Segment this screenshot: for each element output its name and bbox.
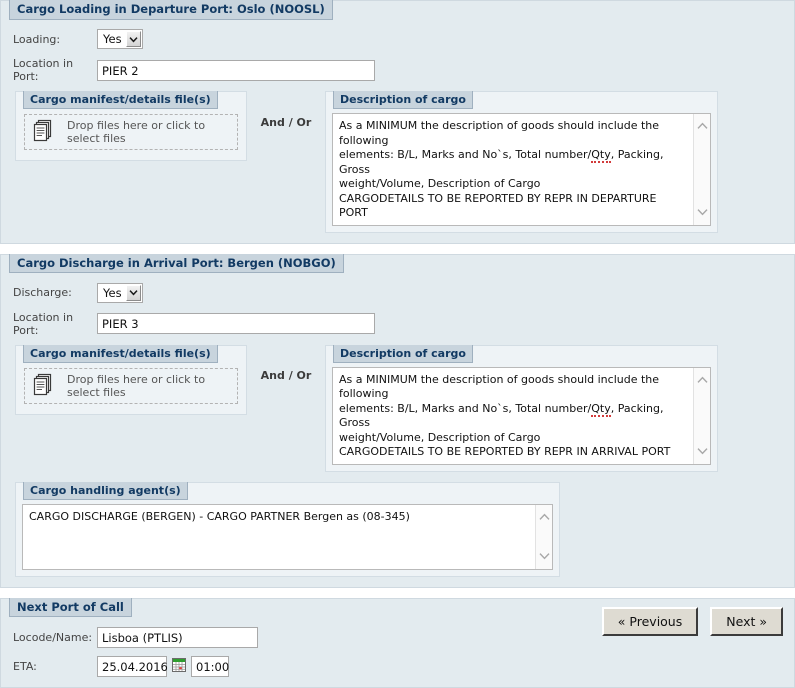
scroll-down-icon[interactable] — [538, 550, 550, 563]
description-of-cargo-text: As a MINIMUM the description of goods sh… — [333, 114, 693, 225]
section-gap — [0, 243, 795, 254]
next-button[interactable]: Next » — [710, 607, 783, 636]
sub-legend-row: Description of cargo — [326, 344, 717, 363]
cargo-manifest-legend: Cargo manifest/details file(s) — [23, 91, 218, 109]
desc-line-3: weight/Volume, Description of Cargo — [339, 430, 541, 444]
locode-input[interactable]: Lisboa (PTLIS) — [97, 626, 258, 648]
location-in-port-row: Location in Port: PIER 3 — [13, 311, 786, 337]
sub-legend-row: Cargo handling agent(s) — [16, 481, 559, 500]
sub-legend-row: Cargo manifest/details file(s) — [16, 91, 246, 109]
loading-row: Loading: Yes — [13, 29, 786, 49]
file-dropzone[interactable]: Drop files here or click to select files — [24, 114, 238, 150]
location-in-port-row: Location in Port: PIER 2 — [13, 57, 786, 83]
loading-label: Loading: — [13, 32, 61, 46]
scroll-up-icon[interactable] — [538, 511, 550, 524]
previous-button[interactable]: « Previous — [601, 607, 699, 636]
legend-row: Cargo Discharge in Arrival Port: Bergen … — [1, 253, 794, 275]
loading-select[interactable]: Yes — [97, 29, 143, 49]
cargo-loading-body: Loading: Yes Location in Port: PIER 2 Ca… — [1, 29, 794, 233]
desc-line-4: CARGODETAILS TO BE REPORTED BY REPR IN D… — [339, 191, 661, 220]
and-or-label: And / Or — [260, 115, 312, 129]
cargo-handling-agents-textarea[interactable]: CARGO DISCHARGE (BERGEN) - CARGO PARTNER… — [22, 503, 553, 570]
discharge-select-value: Yes — [103, 285, 122, 300]
locode-label: Locode/Name: — [13, 630, 93, 644]
manifest-column: Cargo manifest/details file(s) Drop file… — [15, 344, 247, 415]
cargo-discharge-panel: Cargo Discharge in Arrival Port: Bergen … — [0, 253, 795, 588]
sub-legend-row: Description of cargo — [326, 91, 717, 109]
desc-line-2a: elements: B/L, Marks and No`s, Total num… — [339, 401, 592, 415]
desc-line-4: CARGODETAILS TO BE REPORTED BY REPR IN A… — [339, 445, 671, 458]
scroll-up-icon[interactable] — [696, 374, 708, 387]
scroll-down-icon[interactable] — [696, 206, 708, 219]
desc-line-1: As a MINIMUM the description of goods sh… — [339, 119, 663, 147]
location-in-port-label: Location in Port: — [13, 57, 74, 83]
location-in-port-input[interactable]: PIER 3 — [97, 313, 375, 334]
description-column: Description of cargo As a MINIMUM the de… — [325, 91, 718, 233]
cargo-manifest-fieldset: Cargo manifest/details file(s) Drop file… — [15, 344, 247, 415]
description-column: Description of cargo As a MINIMUM the de… — [325, 344, 718, 472]
file-dropzone[interactable]: Drop files here or click to select files — [24, 367, 238, 404]
cargo-handling-agents-text: CARGO DISCHARGE (BERGEN) - CARGO PARTNER… — [29, 509, 410, 523]
chevron-down-icon[interactable] — [125, 284, 141, 301]
desc-line-2-spellcheck: Qty — [591, 148, 611, 163]
eta-row: ETA: 25.04.2016 01:00 — [13, 655, 786, 677]
discharge-select[interactable]: Yes — [97, 282, 143, 303]
eta-time-input[interactable]: 01:00 — [191, 655, 229, 677]
scroll-up-icon[interactable] — [696, 120, 708, 133]
next-port-of-call-legend: Next Port of Call — [9, 597, 132, 618]
desc-line-3: weight/Volume, Description of Cargo — [339, 177, 541, 190]
discharge-files-description-row: Cargo manifest/details file(s) Drop file… — [9, 344, 786, 472]
agents-scrollbar[interactable] — [535, 504, 552, 569]
chevron-down-icon[interactable] — [125, 31, 141, 47]
manifest-column: Cargo manifest/details file(s) Drop file… — [15, 91, 247, 161]
legend-row: Cargo Loading in Departure Port: Oslo (N… — [1, 0, 794, 21]
cargo-discharge-legend: Cargo Discharge in Arrival Port: Bergen … — [9, 253, 344, 274]
eta-label: ETA: — [13, 659, 37, 673]
discharge-label: Discharge: — [13, 286, 72, 299]
calendar-icon[interactable] — [172, 657, 186, 675]
description-of-cargo-legend: Description of cargo — [333, 344, 473, 363]
cargo-manifest-legend: Cargo manifest/details file(s) — [23, 344, 218, 363]
description-of-cargo-textarea[interactable]: As a MINIMUM the description of goods sh… — [332, 366, 711, 465]
eta-date-input[interactable]: 25.04.2016 — [97, 655, 168, 677]
sub-legend-row: Cargo manifest/details file(s) — [16, 344, 246, 363]
loading-files-description-row: Cargo manifest/details file(s) Drop file… — [9, 91, 786, 233]
section-gap — [0, 587, 795, 598]
location-in-port-input[interactable]: PIER 2 — [97, 59, 375, 81]
location-in-port-label: Location in Port: — [13, 310, 74, 337]
desc-line-2a: elements: B/L, Marks and No`s, Total num… — [339, 148, 592, 161]
loading-select-value: Yes — [103, 32, 122, 46]
documents-icon — [33, 373, 53, 399]
discharge-row: Discharge: Yes — [13, 282, 786, 303]
desc-line-1: As a MINIMUM the description of goods sh… — [339, 372, 663, 401]
cargo-handling-agents-fieldset: Cargo handling agent(s) CARGO DISCHARGE … — [15, 481, 560, 577]
description-of-cargo-text: As a MINIMUM the description of goods sh… — [333, 368, 693, 464]
description-of-cargo-fieldset: Description of cargo As a MINIMUM the de… — [325, 91, 718, 233]
description-of-cargo-textarea[interactable]: As a MINIMUM the description of goods sh… — [332, 113, 711, 226]
cargo-handling-agents-legend: Cargo handling agent(s) — [23, 481, 188, 500]
description-scrollbar[interactable] — [693, 367, 710, 464]
and-or-separator: And / Or — [247, 345, 325, 407]
description-of-cargo-legend: Description of cargo — [333, 91, 473, 109]
documents-icon — [33, 119, 53, 145]
and-or-separator: And / Or — [247, 91, 325, 153]
description-scrollbar[interactable] — [693, 114, 710, 225]
file-dropzone-label: Drop files here or click to select files — [67, 119, 206, 145]
description-of-cargo-fieldset: Description of cargo As a MINIMUM the de… — [325, 344, 718, 472]
and-or-label: And / Or — [260, 369, 312, 382]
file-dropzone-label: Drop files here or click to select files — [67, 372, 206, 399]
desc-line-2-spellcheck: Qty — [591, 401, 611, 417]
scroll-down-icon[interactable] — [696, 445, 708, 458]
navigation-buttons: « Previous Next » — [601, 607, 783, 636]
cargo-discharge-body: Discharge: Yes Location in Port: PIER 3 … — [1, 282, 794, 577]
cargo-loading-legend: Cargo Loading in Departure Port: Oslo (N… — [9, 0, 333, 20]
cargo-loading-panel: Cargo Loading in Departure Port: Oslo (N… — [0, 0, 795, 244]
cargo-manifest-fieldset: Cargo manifest/details file(s) Drop file… — [15, 91, 247, 161]
